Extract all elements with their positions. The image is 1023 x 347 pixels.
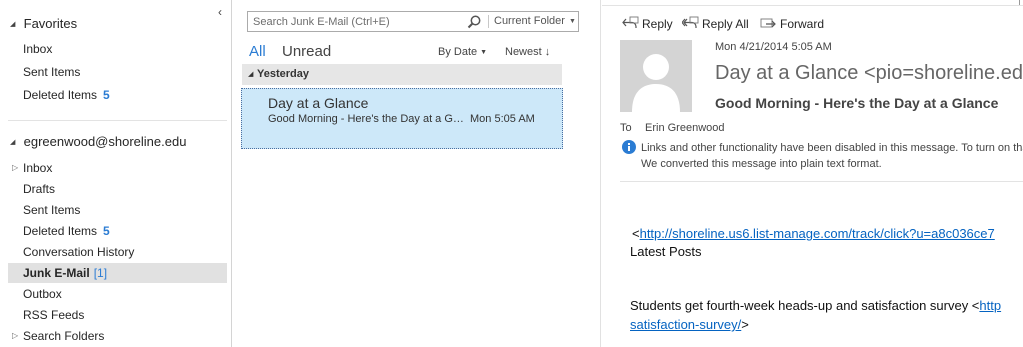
- favorites-inbox[interactable]: Inbox: [8, 39, 227, 59]
- forward-icon: [760, 18, 776, 28]
- body-link[interactable]: http://shoreline.us6.list-manage.com/tra…: [640, 226, 995, 241]
- folder-sent-items[interactable]: Sent Items: [8, 200, 227, 220]
- reply-icon: [622, 16, 639, 28]
- to-label: To: [620, 122, 632, 134]
- collapse-triangle-icon: ◢: [248, 71, 254, 78]
- body-latest-posts: Latest Posts: [630, 244, 702, 259]
- sort-by-dropdown[interactable]: By Date ▼: [438, 46, 487, 58]
- message-date: Mon 4/21/2014 5:05 AM: [715, 41, 832, 53]
- search-separator: [488, 15, 489, 28]
- reading-pane-top-border: [602, 0, 1023, 6]
- message-list-pane: Current Folder ▼ All Unread By Date▼ New…: [233, 0, 601, 347]
- search-scope-dropdown[interactable]: Current Folder: [494, 12, 565, 31]
- chevron-down-icon[interactable]: ▼: [569, 12, 576, 31]
- favorites-header[interactable]: ◢ Favorites: [10, 16, 77, 31]
- filter-unread-tab[interactable]: Unread: [282, 43, 331, 60]
- folder-deleted-items[interactable]: Deleted Items 5: [8, 221, 227, 241]
- body-paragraph-line2: satisfaction-survey/>: [630, 317, 749, 332]
- favorites-deleted-items[interactable]: Deleted Items 5: [8, 85, 227, 105]
- folder-pane: ‹ ◢ Favorites Inbox Sent Items Deleted I…: [0, 0, 232, 347]
- folder-junk-email[interactable]: Junk E-Mail [1]: [8, 263, 227, 283]
- message-time: Mon 5:05 AM: [470, 113, 535, 125]
- message-subject-preview: Good Morning - Here's the Day at a Glanc…: [268, 113, 466, 125]
- sender-avatar: [620, 40, 692, 112]
- message-list-item[interactable]: Day at a Glance Good Morning - Here's th…: [241, 88, 563, 149]
- account-header[interactable]: ◢ egreenwood@shoreline.edu: [10, 134, 186, 149]
- message-subject: Good Morning - Here's the Day at a Glanc…: [715, 95, 999, 111]
- expand-triangle-icon[interactable]: ▷: [12, 326, 18, 346]
- collapse-triangle-icon: ◢: [10, 139, 16, 146]
- reply-all-icon: [682, 16, 699, 28]
- recipient-name[interactable]: Erin Greenwood: [645, 122, 725, 134]
- infobar-links-disabled[interactable]: Links and other functionality have been …: [641, 142, 1023, 154]
- collapse-folder-pane-button[interactable]: ‹: [214, 5, 226, 19]
- sort-order-toggle[interactable]: Newest ↓: [505, 46, 550, 58]
- folder-conversation-history[interactable]: Conversation History: [8, 242, 227, 262]
- collapse-triangle-icon: ◢: [10, 21, 16, 28]
- body-link[interactable]: satisfaction-survey/: [630, 317, 741, 332]
- reply-button[interactable]: Reply: [622, 15, 673, 33]
- info-icon: [622, 140, 636, 154]
- search-input[interactable]: [248, 12, 470, 31]
- filter-all-tab[interactable]: All: [249, 43, 266, 60]
- search-box: Current Folder ▼: [247, 11, 579, 32]
- search-icon[interactable]: [466, 14, 482, 30]
- favorites-sent-items[interactable]: Sent Items: [8, 62, 227, 82]
- folder-search-folders[interactable]: ▷ Search Folders: [8, 326, 227, 346]
- infobar-plain-text: We converted this message into plain tex…: [641, 158, 882, 170]
- body-link-line: <http://shoreline.us6.list-manage.com/tr…: [632, 226, 995, 241]
- reading-pane: Reply Reply All Forward Mon 4/21/2014 5:…: [602, 0, 1023, 347]
- group-header-yesterday[interactable]: ◢ Yesterday: [242, 64, 562, 85]
- folder-drafts[interactable]: Drafts: [8, 179, 227, 199]
- message-sender-header[interactable]: Day at a Glance <pio=shoreline.edu@mail.…: [715, 62, 1023, 85]
- forward-button[interactable]: Forward: [760, 15, 824, 33]
- person-silhouette-icon: [620, 40, 692, 112]
- body-paragraph-line1: Students get fourth-week heads-up and sa…: [630, 298, 1002, 313]
- unread-count: 5: [103, 224, 110, 238]
- message-sender: Day at a Glance: [268, 95, 369, 111]
- reply-all-button[interactable]: Reply All: [682, 15, 749, 33]
- folder-rss-feeds[interactable]: RSS Feeds: [8, 305, 227, 325]
- unread-count: [1]: [93, 266, 108, 280]
- header-separator: [620, 181, 1023, 182]
- body-link[interactable]: http: [979, 298, 1001, 313]
- expand-triangle-icon[interactable]: ▷: [12, 158, 18, 178]
- chevron-down-icon: ▼: [480, 49, 488, 56]
- unread-count: 5: [103, 88, 110, 102]
- folder-inbox[interactable]: ▷ Inbox: [8, 158, 227, 178]
- arrow-down-icon: ↓: [544, 46, 551, 58]
- pane-divider: [8, 120, 227, 121]
- folder-outbox[interactable]: Outbox: [8, 284, 227, 304]
